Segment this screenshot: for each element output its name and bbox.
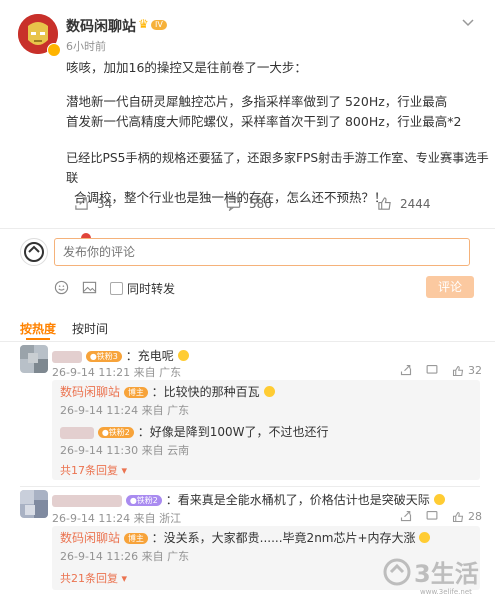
post-line-1: 咳咳，加加16的操控又是往前卷了一大步： bbox=[66, 60, 307, 75]
divider bbox=[0, 341, 495, 342]
comment-button[interactable]: 580 bbox=[226, 196, 272, 211]
post-line-3: 首发新一代高精度大师陀螺仪，采样率首次干到了 800Hz，行业最高*2 bbox=[66, 114, 462, 129]
author-badge: 博主 bbox=[123, 387, 148, 398]
reply-text: ：比较快的那种百瓦 bbox=[151, 385, 260, 399]
comment-like-button[interactable]: 32 bbox=[452, 364, 482, 377]
fan-badge: ●铁粉2 bbox=[97, 427, 134, 438]
comment-meta: 26-9-14 11:24 来自 浙江 bbox=[52, 512, 182, 525]
comment-meta: 26-9-14 11:21 来自 广东 bbox=[52, 366, 182, 379]
chevron-down-icon: ▾ bbox=[121, 464, 128, 477]
comment-input[interactable] bbox=[54, 238, 470, 266]
divider bbox=[20, 486, 480, 487]
fan-badge: ●铁粉3 bbox=[85, 351, 122, 362]
tab-hot-underline bbox=[26, 338, 50, 340]
repost-button[interactable]: 34 bbox=[74, 196, 112, 211]
reply-author[interactable]: 数码闲聊站 bbox=[60, 385, 120, 399]
commenter-avatar[interactable] bbox=[20, 490, 48, 518]
more-replies-link[interactable]: 共17条回复 ▾ bbox=[60, 462, 127, 478]
reply-line: 数码闲聊站 博主 ：没关系，大家都贵......毕竟2nm芯片+内存大涨 bbox=[60, 530, 431, 546]
fan-badge: ●铁粉2 bbox=[125, 495, 162, 506]
thumbs-up-icon bbox=[452, 365, 464, 376]
comment-icon bbox=[226, 197, 241, 211]
crown-icon: ♛ bbox=[138, 17, 149, 31]
submit-comment-button[interactable]: 评论 bbox=[426, 276, 474, 298]
image-button[interactable] bbox=[82, 280, 97, 299]
reply-text: ：好像是降到100W了，不过也还行 bbox=[137, 425, 329, 439]
reply-line: 数码闲聊站 博主 ：比较快的那种百瓦 bbox=[60, 384, 275, 400]
tab-time-label: 按时间 bbox=[72, 322, 109, 336]
commenter-name-blurred[interactable] bbox=[52, 350, 82, 363]
repost-count: 34 bbox=[97, 196, 113, 211]
reply-box: 数码闲聊站 博主 ：比较快的那种百瓦 26-9-14 11:24 来自 广东 ●… bbox=[52, 380, 480, 480]
like-count: 2444 bbox=[400, 196, 431, 211]
submit-comment-label: 评论 bbox=[437, 280, 462, 294]
reply-meta: 26-9-14 11:30 来自 云南 bbox=[60, 444, 190, 457]
chevron-down-icon: ▾ bbox=[121, 572, 128, 585]
divider bbox=[0, 228, 495, 229]
repost-checkbox[interactable]: 同时转发 bbox=[110, 280, 175, 297]
reply-action-icons: 32 bbox=[400, 364, 482, 377]
repost-icon[interactable] bbox=[400, 364, 412, 376]
watermark-logo: 3生活 bbox=[382, 554, 479, 589]
tab-hot[interactable]: 按热度 bbox=[20, 320, 56, 337]
repost-icon[interactable] bbox=[400, 510, 412, 522]
emoji-icon bbox=[263, 386, 275, 397]
reply-line: ●铁粉2 ：好像是降到100W了，不过也还行 bbox=[60, 424, 329, 440]
reply-meta: 26-9-14 11:26 来自 广东 bbox=[60, 550, 190, 563]
reply-action-icons: 28 bbox=[400, 510, 482, 523]
tab-time[interactable]: 按时间 bbox=[72, 320, 108, 337]
reply-author[interactable]: 数码闲聊站 bbox=[60, 531, 120, 545]
level-badge: IV bbox=[151, 20, 167, 30]
more-replies-label: 共21条回复 bbox=[60, 572, 118, 585]
tab-hot-label: 按热度 bbox=[20, 322, 57, 336]
emoji-icon bbox=[419, 532, 431, 543]
comment-like-count: 28 bbox=[468, 510, 482, 523]
comment-line: ●铁粉3 ：充电呢 bbox=[52, 348, 189, 364]
repost-checkbox-label: 同时转发 bbox=[127, 282, 176, 296]
reply-author-blurred[interactable] bbox=[60, 426, 94, 439]
repost-icon bbox=[75, 197, 88, 210]
commenter-name-blurred[interactable] bbox=[52, 494, 122, 507]
comment-like-button[interactable]: 28 bbox=[452, 510, 482, 523]
like-button[interactable]: 2444 bbox=[377, 196, 431, 211]
verified-badge-icon bbox=[47, 43, 61, 57]
watermark-logo-icon bbox=[383, 558, 411, 585]
reply-text: ：没关系，大家都贵......毕竟2nm芯片+内存大涨 bbox=[151, 531, 416, 545]
author-name[interactable]: 数码闲聊站 bbox=[66, 16, 136, 36]
more-replies-label: 共17条回复 bbox=[60, 464, 118, 477]
chevron-down-icon[interactable] bbox=[460, 14, 476, 30]
author-badge: 博主 bbox=[123, 533, 148, 544]
comment-line: ●铁粉2 ：看来真是全能水桶机了，价格估计也是突破天际 bbox=[52, 492, 445, 508]
image-icon bbox=[82, 281, 97, 294]
thumbs-up-icon bbox=[378, 197, 391, 210]
checkbox-icon bbox=[110, 282, 123, 295]
post-line-2: 潜地新一代自研灵犀触控芯片，多指采样率做到了 520Hz，行业最高 bbox=[66, 94, 448, 109]
post-time: 6小时前 bbox=[66, 40, 106, 53]
comment-like-count: 32 bbox=[468, 364, 482, 377]
watermark-url: www.3elife.net bbox=[420, 588, 472, 596]
comment-count: 580 bbox=[249, 196, 272, 211]
thumbs-up-icon bbox=[452, 511, 464, 522]
emoji-icon bbox=[433, 494, 445, 505]
emoji-icon bbox=[54, 280, 69, 295]
my-avatar bbox=[20, 238, 48, 266]
level-badge-text: IV bbox=[155, 20, 163, 29]
more-replies-link[interactable]: 共21条回复 ▾ bbox=[60, 570, 127, 586]
comment-icon[interactable] bbox=[426, 510, 438, 522]
commenter-avatar[interactable] bbox=[20, 345, 48, 373]
emoji-button[interactable] bbox=[54, 280, 69, 299]
comment-icon[interactable] bbox=[426, 364, 438, 376]
watermark-text: 3生活 bbox=[414, 560, 479, 588]
user-avatar-icon bbox=[24, 242, 44, 262]
comment-text: ：充电呢 bbox=[125, 349, 174, 363]
action-bar: 34 580 2444 bbox=[0, 196, 495, 220]
reply-meta: 26-9-14 11:24 来自 广东 bbox=[60, 404, 190, 417]
comment-text: ：看来真是全能水桶机了，价格估计也是突破天际 bbox=[165, 493, 430, 507]
emoji-icon bbox=[177, 350, 189, 361]
